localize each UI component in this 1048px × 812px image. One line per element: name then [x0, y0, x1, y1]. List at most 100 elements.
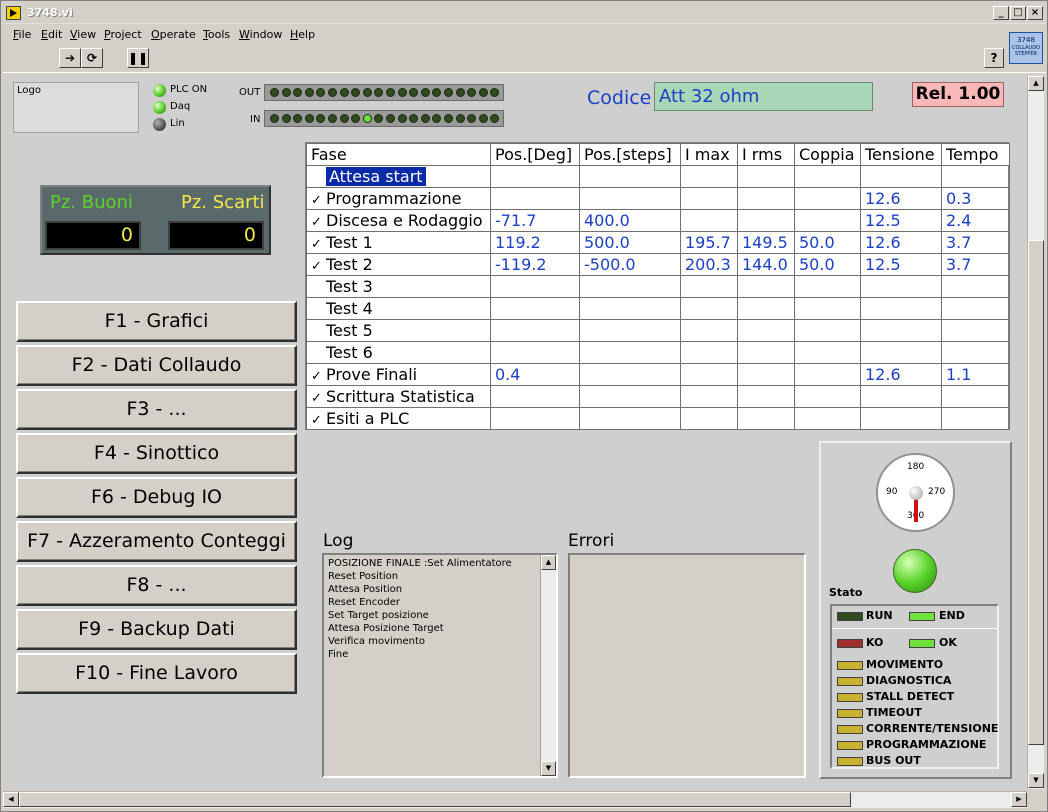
run-continuously-icon[interactable]: ⟳ — [81, 48, 103, 68]
f1-grafici-button[interactable]: F1 - Grafici — [16, 301, 297, 342]
table-row[interactable]: Test 4 — [306, 297, 1010, 320]
scroll-thumb[interactable] — [1028, 240, 1044, 745]
table-cell: -500.0 — [579, 253, 681, 276]
log-line: Reset Position — [328, 571, 399, 582]
stato-big-led — [893, 549, 937, 593]
menu-tools[interactable]: Tools — [203, 28, 230, 41]
log-line: Fine — [328, 649, 349, 660]
table-row[interactable]: ✓ Test 2 -119.2 -500.0 200.3 144.0 50.0 12.5 3.7 — [306, 253, 1010, 276]
table-cell — [680, 407, 738, 430]
table-cell: -119.2 — [490, 253, 580, 276]
stato-label: Stato — [829, 586, 863, 599]
labview-run-icon — [6, 6, 21, 20]
io-led — [374, 88, 384, 97]
io-led — [339, 88, 349, 97]
errors-list[interactable] — [568, 553, 806, 778]
menu-file[interactable]: File — [13, 28, 31, 41]
logo-box: Logo — [13, 82, 139, 133]
flag-label: BUS OUT — [866, 754, 921, 767]
table-cell — [680, 319, 738, 342]
f8-button[interactable]: F8 - ... — [16, 565, 297, 606]
lin-led — [153, 118, 166, 131]
table-row[interactable]: Test 6 — [306, 341, 1010, 364]
codice-field[interactable]: Att 32 ohm — [654, 82, 873, 111]
table-cell — [737, 385, 795, 408]
status-divider — [832, 628, 997, 629]
table-cell — [860, 165, 942, 188]
minimize-button[interactable]: _ — [993, 6, 1009, 20]
f9-backup-button[interactable]: F9 - Backup Dati — [16, 609, 297, 650]
f4-sinottico-button[interactable]: F4 - Sinottico — [16, 433, 297, 474]
help-button[interactable]: ? — [984, 48, 1004, 68]
table-cell: 119.2 — [490, 231, 580, 254]
scroll-right-icon[interactable]: ▶ — [1011, 792, 1027, 807]
title-bar[interactable]: 3748.vi _ □ × — [3, 3, 1046, 24]
table-row[interactable]: Attesa start — [306, 165, 1010, 188]
menu-operate[interactable]: Operate — [151, 28, 196, 41]
table-row[interactable]: ✓ Prove Finali 0.4 12.6 1.1 — [306, 363, 1010, 386]
table-cell — [490, 275, 580, 298]
menu-edit[interactable]: Edit — [41, 28, 62, 41]
table-row[interactable]: Test 5 — [306, 319, 1010, 342]
table-row[interactable]: ✓ Esiti a PLC — [306, 407, 1010, 430]
menu-help[interactable]: Help — [290, 28, 315, 41]
f10-fine-lavoro-button[interactable]: F10 - Fine Lavoro — [16, 653, 297, 694]
vertical-scrollbar[interactable]: ▲ ▼ — [1027, 76, 1044, 789]
close-button[interactable]: × — [1027, 6, 1043, 20]
f7-azzeramento-button[interactable]: F7 - Azzeramento Conteggi — [16, 521, 297, 562]
column-header: Pos.[steps] — [579, 143, 681, 166]
menu-project[interactable]: Project — [104, 28, 142, 41]
scroll-up-icon[interactable]: ▲ — [1028, 76, 1044, 91]
io-led — [444, 114, 453, 123]
table-cell — [941, 297, 1010, 320]
phase-name: Esiti a PLC — [326, 409, 410, 428]
menu-window[interactable]: Window — [239, 28, 282, 41]
f2-dati-collaudo-button[interactable]: F2 - Dati Collaudo — [16, 345, 297, 386]
table-cell — [860, 385, 942, 408]
ok-led — [909, 639, 935, 648]
log-list[interactable]: ▲ ▼ POSIZIONE FINALE :Set Alimentatore Re… — [322, 553, 558, 778]
io-led — [455, 88, 465, 97]
in-led-array — [264, 110, 504, 127]
table-row[interactable]: ✓ Discesa e Rodaggio -71.7 400.0 12.5 2.4 — [306, 209, 1010, 232]
menu-view[interactable]: View — [70, 28, 96, 41]
phase-cell: ✓ Esiti a PLC — [306, 407, 491, 430]
table-row[interactable]: ✓ Test 1 119.2 500.0 195.7 149.5 50.0 12.6 3.7 — [306, 231, 1010, 254]
phase-cell: ✓ Scrittura Statistica — [306, 385, 491, 408]
phase-name: Scrittura Statistica — [326, 387, 475, 406]
scroll-down-icon[interactable]: ▼ — [541, 761, 556, 776]
table-cell — [490, 165, 580, 188]
scroll-left-icon[interactable]: ◀ — [3, 792, 19, 807]
f6-debug-io-button[interactable]: F6 - Debug IO — [16, 477, 297, 518]
pause-button[interactable]: ❚❚ — [127, 48, 149, 68]
check-icon: ✓ — [311, 391, 322, 406]
maximize-button[interactable]: □ — [1010, 6, 1026, 20]
out-label: OUT — [239, 87, 261, 98]
errors-label: Errori — [568, 531, 615, 551]
io-led — [339, 114, 349, 123]
table-cell — [860, 319, 942, 342]
dial-hub — [909, 486, 923, 500]
io-led — [397, 88, 407, 97]
scroll-down-icon[interactable]: ▼ — [1028, 773, 1044, 788]
table-row[interactable]: ✓ Programmazione 12.6 0.3 — [306, 187, 1010, 210]
table-cell — [490, 407, 580, 430]
table-row[interactable]: Test 3 — [306, 275, 1010, 298]
flag-label: TIMEOUT — [866, 706, 922, 719]
log-line: Attesa Posizione Target — [328, 623, 444, 634]
table-cell — [579, 407, 681, 430]
log-scrollbar[interactable]: ▲ ▼ — [540, 555, 556, 776]
table-cell: 149.5 — [737, 231, 795, 254]
phase-name: Test 2 — [326, 255, 373, 274]
hscroll-thumb[interactable] — [19, 792, 851, 807]
scroll-up-icon[interactable]: ▲ — [541, 555, 556, 570]
vi-window: 3748.vi _ □ × File Edit View Project Ope… — [0, 0, 1048, 812]
table-cell: 1.1 — [941, 363, 1010, 386]
table-cell — [680, 297, 738, 320]
table-row[interactable]: ✓ Scrittura Statistica — [306, 385, 1010, 408]
run-arrow-button[interactable]: ➔ — [59, 48, 81, 68]
horizontal-scrollbar[interactable]: ◀ ▶ — [3, 791, 1027, 808]
table-cell — [579, 385, 681, 408]
io-led — [386, 114, 395, 123]
f3-button[interactable]: F3 - ... — [16, 389, 297, 430]
